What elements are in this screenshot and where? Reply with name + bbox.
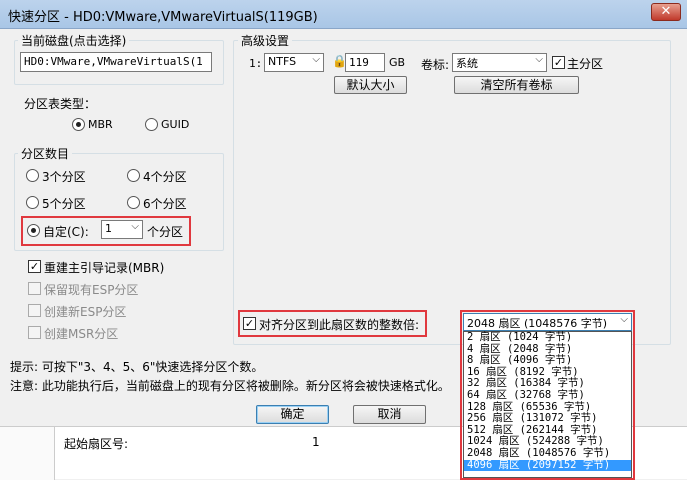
create-msr-checkbox[interactable] bbox=[28, 326, 41, 339]
align-option[interactable]: 2048 扇区 (1048576 字节) bbox=[464, 447, 631, 460]
close-button[interactable]: ✕ bbox=[651, 3, 681, 21]
cancel-button[interactable]: 取消 bbox=[353, 405, 426, 424]
clear-labels-button[interactable]: 清空所有卷标 bbox=[454, 76, 579, 94]
custom-count-value: 1 bbox=[105, 222, 112, 235]
align-label: 对齐分区到此扇区数的整数倍: bbox=[259, 318, 420, 332]
primary-partition-label: 主分区 bbox=[567, 57, 604, 71]
custom-count-suffix: 个分区 bbox=[147, 225, 184, 239]
volume-label-select[interactable]: 系统 ⌵ bbox=[452, 53, 547, 72]
rebuild-mbr-checkbox[interactable]: ✓ bbox=[28, 260, 41, 273]
radio-3-partitions[interactable] bbox=[26, 169, 39, 182]
partition-table-label: 分区表类型： bbox=[24, 97, 97, 111]
volume-label-value: 系统 bbox=[456, 57, 478, 70]
align-option[interactable]: 64 扇区 (32768 字节) bbox=[464, 389, 631, 402]
keep-esp-label: 保留现有ESP分区 bbox=[44, 283, 139, 297]
size-input[interactable]: 119 bbox=[345, 53, 385, 72]
tip-text: 提示: 可按下"3、4、5、6"快速选择分区个数。 bbox=[10, 360, 264, 374]
background-sidebar bbox=[0, 427, 55, 480]
advanced-group bbox=[233, 40, 671, 345]
chevron-down-icon: ⌵ bbox=[535, 54, 543, 65]
filesystem-value: NTFS bbox=[268, 55, 297, 68]
disk-select-field[interactable]: HD0:VMware,VMwareVirtualS(1 bbox=[20, 52, 212, 72]
align-checkbox[interactable]: ✓ bbox=[243, 317, 256, 330]
rebuild-mbr-label: 重建主引导记录(MBR) bbox=[44, 261, 165, 275]
radio-6-partitions[interactable] bbox=[127, 196, 140, 209]
radio-custom-count[interactable] bbox=[27, 224, 40, 237]
align-select[interactable]: 2048 扇区 (1048576 字节) ⌵ bbox=[463, 313, 632, 331]
partition-row-index: 1: bbox=[249, 57, 263, 70]
ok-button[interactable]: 确定 bbox=[256, 405, 329, 424]
default-size-button[interactable]: 默认大小 bbox=[334, 76, 407, 94]
primary-partition-checkbox[interactable]: ✓ bbox=[552, 56, 565, 69]
background-row-value: 1 bbox=[312, 435, 320, 449]
background-row-label: 起始扇区号: bbox=[64, 437, 129, 451]
size-unit: GB bbox=[389, 56, 406, 69]
window-title: 快速分区 - HD0:VMware,VMwareVirtualS(119GB) bbox=[8, 10, 318, 25]
align-option-highlighted[interactable]: 4096 扇区 (2097152 字节) bbox=[464, 459, 631, 472]
close-icon: ✕ bbox=[660, 4, 672, 19]
chevron-down-icon: ⌵ bbox=[312, 54, 320, 65]
guid-label: GUID bbox=[161, 118, 190, 131]
radio-4-partitions[interactable] bbox=[127, 169, 140, 182]
align-selected-value: 2048 扇区 (1048576 字节) bbox=[467, 317, 608, 330]
filesystem-select[interactable]: NTFS ⌵ bbox=[264, 53, 324, 72]
advanced-legend: 高级设置 bbox=[238, 32, 293, 49]
guid-radio[interactable] bbox=[145, 118, 158, 131]
label-5-partitions: 5个分区 bbox=[42, 197, 86, 211]
checkmark-icon: ✓ bbox=[553, 56, 564, 69]
create-esp-label: 创建新ESP分区 bbox=[44, 305, 127, 319]
label-6-partitions: 6个分区 bbox=[143, 197, 187, 211]
create-msr-label: 创建MSR分区 bbox=[44, 327, 119, 341]
checkmark-icon: ✓ bbox=[29, 260, 40, 273]
chevron-down-icon: ⌵ bbox=[131, 221, 139, 232]
partition-count-legend: 分区数目 bbox=[18, 145, 73, 162]
warning-text: 注意: 此功能执行后，当前磁盘上的现有分区将被删除。新分区将会被快速格式化。 bbox=[10, 379, 450, 393]
title-bar: 快速分区 - HD0:VMware,VMwareVirtualS(119GB) … bbox=[0, 0, 687, 29]
volume-label-text: 卷标: bbox=[421, 58, 450, 72]
custom-count-label: 自定(C): bbox=[43, 225, 89, 239]
custom-count-select[interactable]: 1 ⌵ bbox=[101, 220, 143, 239]
label-4-partitions: 4个分区 bbox=[143, 170, 187, 184]
label-3-partitions: 3个分区 bbox=[42, 170, 86, 184]
align-option[interactable]: 2 扇区 (1024 字节) bbox=[464, 331, 631, 344]
disk-group-legend: 当前磁盘(点击选择) bbox=[18, 32, 130, 49]
create-esp-checkbox[interactable] bbox=[28, 304, 41, 317]
align-options-list: 2 扇区 (1024 字节) 4 扇区 (2048 字节) 8 扇区 (4096… bbox=[463, 331, 632, 478]
align-option[interactable]: 256 扇区 (131072 字节) bbox=[464, 413, 631, 425]
checkmark-icon: ✓ bbox=[244, 317, 255, 330]
mbr-label: MBR bbox=[88, 118, 113, 131]
chevron-down-icon: ⌵ bbox=[620, 314, 628, 325]
radio-5-partitions[interactable] bbox=[26, 196, 39, 209]
mbr-radio[interactable] bbox=[72, 118, 85, 131]
keep-esp-checkbox[interactable] bbox=[28, 282, 41, 295]
